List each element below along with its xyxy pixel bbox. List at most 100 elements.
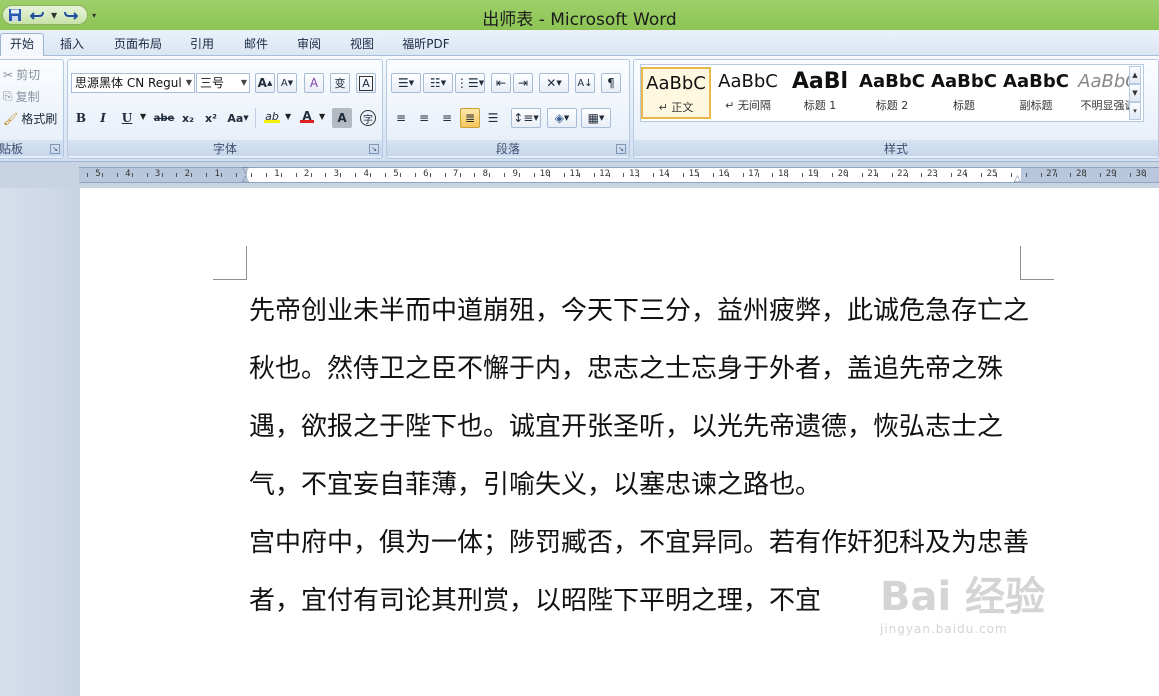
- style-heading-2[interactable]: AaBbC 标题 2: [857, 67, 927, 119]
- ruler-tick: [146, 173, 148, 177]
- hanging-indent-icon[interactable]: △: [242, 174, 249, 184]
- watermark-sub: jingyan.baidu.com: [880, 622, 1008, 636]
- style-title[interactable]: AaBbC 标题: [929, 67, 999, 119]
- show-formatting-button[interactable]: ¶: [601, 73, 621, 93]
- format-painter-button[interactable]: 🖌 格式刷: [3, 110, 57, 127]
- tab-home[interactable]: 开始: [0, 33, 44, 57]
- ruler-number: 4: [363, 169, 369, 179]
- ruler-tick: [1025, 173, 1027, 177]
- align-center-icon: ≡: [418, 111, 430, 125]
- ruler-tick: [355, 173, 357, 177]
- font-color-dropdown-icon[interactable]: ▼: [319, 112, 325, 121]
- distributed-button[interactable]: ☰: [483, 108, 503, 128]
- decrease-indent-button[interactable]: ⇤: [491, 73, 511, 93]
- copy-button[interactable]: ⎘ 复制: [3, 88, 40, 105]
- enclose-characters-button[interactable]: 字: [358, 108, 378, 128]
- highlight-dropdown-icon[interactable]: ▼: [285, 112, 291, 121]
- ruler-tick: [221, 173, 223, 177]
- clipboard-launcher-icon[interactable]: ↘: [50, 144, 60, 154]
- ruler-number: 5: [393, 169, 399, 179]
- ruler-tick: [444, 173, 446, 177]
- document-page[interactable]: 先帝创业未半而中道崩殂，今天下三分，益州疲弊，此诚危急存亡之秋也。然侍卫之臣不懈…: [80, 188, 1159, 696]
- align-center-button[interactable]: ≡: [414, 108, 434, 128]
- tab-page-layout[interactable]: 页面布局: [108, 34, 168, 56]
- decrease-indent-icon: ⇤: [495, 76, 507, 90]
- tab-references[interactable]: 引用: [182, 34, 222, 56]
- tab-insert[interactable]: 插入: [52, 34, 92, 56]
- shading-button[interactable]: ◈ ▼: [547, 108, 577, 128]
- character-border-button[interactable]: A: [356, 73, 376, 93]
- style-normal[interactable]: AaBbC ↵ 正文: [641, 67, 711, 119]
- right-indent-icon[interactable]: △: [1014, 174, 1021, 184]
- style-subtitle[interactable]: AaBbC 副标题: [1001, 67, 1071, 119]
- font-name-dropdown-icon[interactable]: ▼: [186, 74, 192, 92]
- style-title-sample: AaBbC: [931, 71, 997, 92]
- style-heading-1[interactable]: AaBl 标题 1: [785, 67, 855, 119]
- font-separator: [255, 108, 256, 128]
- align-left-button[interactable]: ≡: [391, 108, 411, 128]
- paragraph[interactable]: 先帝创业未半而中道崩殂，今天下三分，益州疲弊，此诚危急存亡之秋也。然侍卫之臣不懈…: [249, 282, 1029, 514]
- ruler-tick: [921, 173, 923, 177]
- change-case-button[interactable]: Aa ▼: [225, 108, 251, 128]
- clear-format-button[interactable]: A: [304, 73, 324, 93]
- ruler-tick: [131, 173, 133, 177]
- cut-button[interactable]: ✂ 剪切: [3, 66, 40, 83]
- gallery-scroll-up-icon[interactable]: ▲: [1129, 66, 1141, 84]
- ruler-tick: [891, 173, 893, 177]
- line-spacing-button[interactable]: ↕≡ ▼: [511, 108, 541, 128]
- ruler-number: 9: [512, 169, 518, 179]
- font-launcher-icon[interactable]: ↘: [369, 144, 379, 154]
- paragraph-group: ☰ ▼ ☷ ▼ ⋮☰ ▼ ⇤ ⇥ ✕ ▼ A↓ ¶ ≡ ≡ ≡ ≣ ☰ ↕≡ ▼ ◈ ▼ ▦…: [386, 59, 630, 159]
- style-normal-name: ↵ 正文: [658, 101, 694, 114]
- ruler-tick: [683, 173, 684, 177]
- italic-icon: I: [100, 111, 106, 125]
- font-size-dropdown-icon[interactable]: ▼: [241, 74, 247, 92]
- paragraph-launcher-icon[interactable]: ↘: [616, 144, 626, 154]
- borders-icon: ▦: [587, 111, 599, 125]
- ruler-tick: [1055, 173, 1057, 177]
- font-color-button[interactable]: A: [296, 106, 318, 126]
- italic-button[interactable]: I: [93, 108, 113, 128]
- text-highlight-button[interactable]: ab: [260, 106, 284, 126]
- ruler-tick: [310, 173, 312, 177]
- align-right-button[interactable]: ≡: [437, 108, 457, 128]
- superscript-button[interactable]: x²: [201, 108, 221, 128]
- ruler-tick: [608, 173, 610, 177]
- tab-view[interactable]: 视图: [342, 34, 382, 56]
- gallery-scroll-down-icon[interactable]: ▼: [1129, 84, 1141, 102]
- font-size-combo[interactable]: 三号 ▼: [196, 73, 250, 93]
- style-title-name: 标题: [953, 99, 975, 112]
- numbering-button[interactable]: ☷ ▼: [423, 73, 453, 93]
- paintbrush-icon: 🖌: [3, 111, 19, 126]
- character-shading-button[interactable]: A: [332, 108, 352, 128]
- multilevel-list-button[interactable]: ⋮☰ ▼: [455, 73, 485, 93]
- bold-button[interactable]: B: [71, 108, 91, 128]
- ruler-tick: [519, 173, 521, 177]
- ruler-number: 4: [125, 169, 131, 179]
- horizontal-ruler[interactable]: ▽ △ △ 5 4 3 2 1 1 2 3 4 5 6 7 8 9 10 11 12 13 14 15 16 17 18 19…: [79, 166, 1159, 184]
- gallery-more-icon[interactable]: ▾: [1129, 102, 1141, 120]
- borders-button[interactable]: ▦ ▼: [581, 108, 611, 128]
- bullets-button[interactable]: ☰ ▼: [391, 73, 421, 93]
- tab-mailings[interactable]: 邮件: [236, 34, 276, 56]
- tab-foxit-pdf[interactable]: 福昕PDF: [396, 34, 456, 56]
- sort-button[interactable]: A↓: [575, 73, 595, 93]
- underline-button[interactable]: U: [117, 108, 137, 128]
- font-size-value: 三号: [200, 76, 225, 90]
- window-title: 出师表 - Microsoft Word: [482, 10, 677, 30]
- strikethrough-button[interactable]: abe: [152, 108, 176, 128]
- shrink-font-button[interactable]: A ▼: [277, 73, 297, 93]
- justify-button[interactable]: ≣: [460, 108, 480, 128]
- phonetic-guide-button[interactable]: 变: [330, 73, 350, 93]
- align-left-icon: ≡: [395, 111, 407, 125]
- style-no-spacing[interactable]: AaBbC ↵ 无间隔: [713, 67, 783, 119]
- underline-dropdown-icon[interactable]: ▼: [140, 112, 146, 121]
- tab-review[interactable]: 审阅: [289, 34, 329, 56]
- ruler-number: 3: [333, 169, 340, 179]
- increase-indent-button[interactable]: ⇥: [513, 73, 533, 93]
- font-name-combo[interactable]: 思源黑体 CN Regul ▼: [71, 73, 195, 93]
- asian-layout-button[interactable]: ✕ ▼: [539, 73, 569, 93]
- ruler-tick: [265, 173, 267, 177]
- grow-font-button[interactable]: A ▲: [255, 73, 275, 93]
- subscript-button[interactable]: x₂: [178, 108, 198, 128]
